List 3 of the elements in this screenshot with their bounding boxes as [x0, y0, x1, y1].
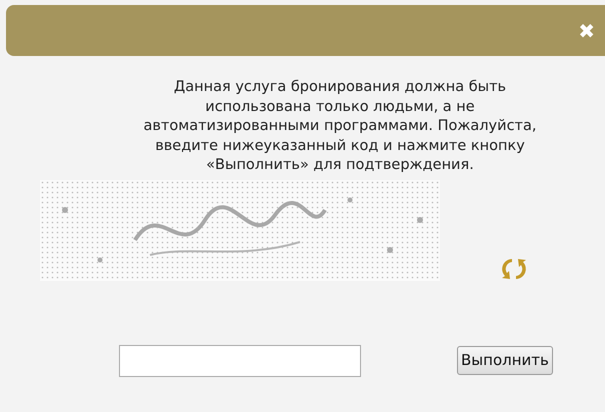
code-input-field[interactable] [119, 344, 361, 376]
instruction-text: Данная услуга бронирования должна быть использована только людьми, а не автоматизированными программами. Пожалуйста, введите нижеуказанный код и нажмите кнопку «Выполнить» для подтверждения. [142, 78, 538, 175]
submit-button[interactable]: Выполнить [457, 346, 553, 375]
